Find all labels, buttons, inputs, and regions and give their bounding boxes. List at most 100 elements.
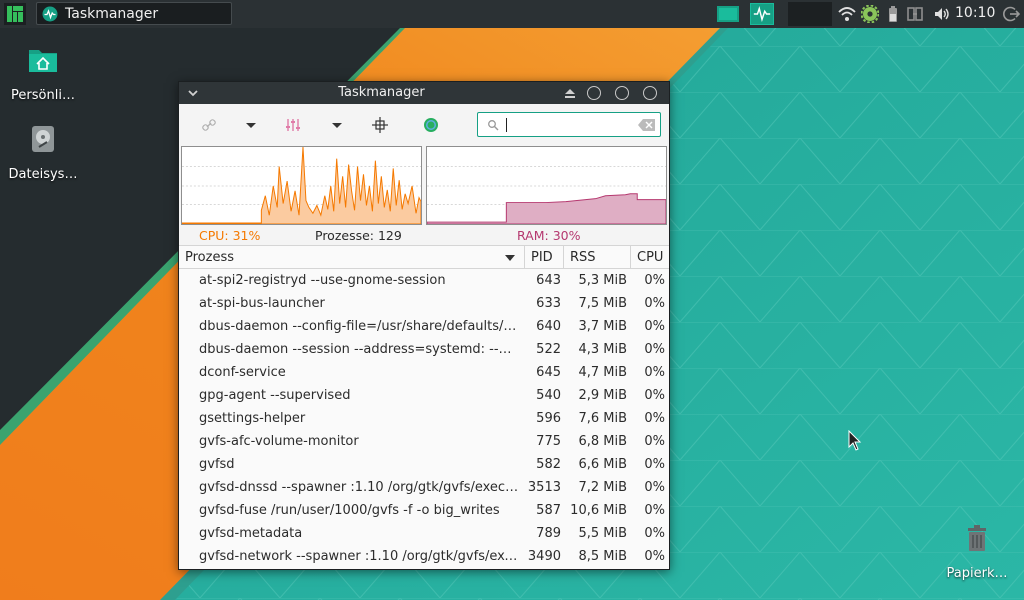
process-rss: 6,6 MiB <box>578 457 627 472</box>
status-circle-icon[interactable] <box>423 117 439 133</box>
table-row[interactable]: gsettings-helper 596 7,6 MiB 0% <box>179 408 669 431</box>
process-pid: 645 <box>536 365 561 380</box>
network-icon[interactable] <box>906 5 924 23</box>
sort-descending-icon[interactable] <box>505 255 515 261</box>
process-count-label: Prozesse: 129 <box>315 228 402 243</box>
ram-usage-label: RAM: 30% <box>517 228 581 243</box>
desktop-icon-home[interactable]: Persönli… <box>3 44 83 103</box>
table-row[interactable]: dbus-daemon --session --address=systemd:… <box>179 339 669 362</box>
process-name: at-spi-bus-launcher <box>199 296 325 311</box>
close-button[interactable] <box>643 86 657 100</box>
stats-bar: CPU: 31% Prozesse: 129 RAM: 30% <box>179 228 669 244</box>
search-input[interactable] <box>504 116 624 133</box>
process-cpu: 0% <box>644 503 665 518</box>
process-cpu: 0% <box>644 296 665 311</box>
process-rss: 2,9 MiB <box>578 388 627 403</box>
table-row[interactable]: gvfs-afc-volume-monitor 775 6,8 MiB 0% <box>179 431 669 454</box>
process-rss: 10,6 MiB <box>570 503 627 518</box>
chevron-down-icon[interactable] <box>243 117 259 133</box>
process-pid: 3513 <box>527 480 561 495</box>
column-header-rss[interactable]: RSS <box>570 250 596 265</box>
window-titlebar[interactable]: Taskmanager <box>179 82 669 104</box>
clear-text-icon[interactable] <box>638 119 656 131</box>
process-rss: 4,7 MiB <box>578 365 627 380</box>
wifi-icon[interactable] <box>838 5 856 23</box>
process-name: gvfsd-fuse /run/user/1000/gvfs -f -o big… <box>199 503 500 518</box>
process-pid: 643 <box>536 273 561 288</box>
clock[interactable]: 10:10 <box>955 5 995 21</box>
shade-window-icon[interactable] <box>564 87 576 99</box>
process-pid: 596 <box>536 411 561 426</box>
table-row[interactable]: gvfsd-dnssd --spawner :1.10 /org/gtk/gvf… <box>179 477 669 500</box>
process-pid: 633 <box>536 296 561 311</box>
column-header-cpu[interactable]: CPU <box>637 250 663 265</box>
table-row[interactable]: gpg-agent --supervised 540 2,9 MiB 0% <box>179 385 669 408</box>
process-cpu: 0% <box>644 480 665 495</box>
workspace-2-button[interactable] <box>750 3 774 25</box>
process-cpu: 0% <box>644 388 665 403</box>
process-rss: 5,3 MiB <box>578 273 627 288</box>
mouse-cursor-icon <box>848 430 862 451</box>
table-row[interactable]: at-spi2-registryd --use-gnome-session 643… <box>179 270 669 293</box>
process-cpu: 0% <box>644 457 665 472</box>
trash-icon <box>968 525 986 551</box>
taskbar-item-taskmanager[interactable]: Taskmanager <box>36 2 232 25</box>
table-row[interactable]: gvfsd-metadata 789 5,5 MiB 0% <box>179 523 669 546</box>
window-title: Taskmanager <box>338 85 425 100</box>
column-header-process[interactable]: Prozess <box>185 250 234 265</box>
process-name: dbus-daemon --session --address=systemd:… <box>199 342 519 357</box>
workspace-1-button[interactable] <box>716 3 740 25</box>
cpu-usage-label: CPU: 31% <box>199 228 261 243</box>
process-pid: 582 <box>536 457 561 472</box>
volume-icon[interactable] <box>933 5 951 23</box>
column-separator[interactable] <box>630 246 631 269</box>
process-rss: 5,5 MiB <box>578 526 627 541</box>
process-rss: 4,3 MiB <box>578 342 627 357</box>
table-row[interactable]: dbus-daemon --config-file=/usr/share/def… <box>179 316 669 339</box>
process-cpu: 0% <box>644 526 665 541</box>
process-pid: 775 <box>536 434 561 449</box>
table-row[interactable]: gvfsd 582 6,6 MiB 0% <box>179 454 669 477</box>
desktop-icon-filesystem[interactable]: Dateisys… <box>3 123 83 182</box>
chevron-down-icon[interactable] <box>329 117 345 133</box>
process-rss: 6,8 MiB <box>578 434 627 449</box>
process-pid: 522 <box>536 342 561 357</box>
table-row[interactable]: dconf-service 645 4,7 MiB 0% <box>179 362 669 385</box>
maximize-button[interactable] <box>615 86 629 100</box>
logout-icon[interactable] <box>1002 5 1020 23</box>
settings-sliders-icon[interactable] <box>285 117 301 133</box>
process-cpu: 0% <box>644 434 665 449</box>
process-rss: 8,5 MiB <box>578 549 627 564</box>
crosshair-icon[interactable] <box>372 117 388 133</box>
activity-icon <box>42 6 58 21</box>
table-row[interactable]: at-spi-bus-launcher 633 7,5 MiB 0% <box>179 293 669 316</box>
column-separator[interactable] <box>563 246 564 269</box>
process-cpu: 0% <box>644 549 665 564</box>
process-name: dconf-service <box>199 365 286 380</box>
process-name: dbus-daemon --config-file=/usr/share/def… <box>199 319 519 334</box>
updates-gear-icon[interactable] <box>861 5 879 23</box>
table-row[interactable]: gvfsd-network --spawner :1.10 /org/gtk/g… <box>179 546 669 569</box>
minimize-button[interactable] <box>587 86 601 100</box>
link-icon[interactable] <box>201 117 217 133</box>
battery-icon[interactable] <box>884 5 902 23</box>
process-pid: 789 <box>536 526 561 541</box>
process-cpu: 0% <box>644 273 665 288</box>
table-row[interactable]: gvfsd-fuse /run/user/1000/gvfs -f -o big… <box>179 500 669 523</box>
cpu-history-graph <box>181 146 422 225</box>
process-name: at-spi2-registryd --use-gnome-session <box>199 273 446 288</box>
desktop-icon-label: Persönli… <box>11 88 75 103</box>
harddisk-icon <box>32 126 54 152</box>
process-name: gvfsd-network --spawner :1.10 /org/gtk/g… <box>199 549 519 564</box>
process-table: Prozess PID RSS CPU at-spi2-registryd --… <box>179 245 669 569</box>
manjaro-menu-icon[interactable] <box>4 3 26 25</box>
column-header-pid[interactable]: PID <box>531 250 553 265</box>
desktop-icon-trash[interactable]: Papierk… <box>937 522 1017 581</box>
process-cpu: 0% <box>644 365 665 380</box>
process-pid: 540 <box>536 388 561 403</box>
column-separator[interactable] <box>524 246 525 269</box>
workspace-pager-empty[interactable] <box>788 2 832 26</box>
desktop-icon-label: Dateisys… <box>8 167 78 182</box>
process-pid: 640 <box>536 319 561 334</box>
search-box[interactable] <box>477 112 661 137</box>
